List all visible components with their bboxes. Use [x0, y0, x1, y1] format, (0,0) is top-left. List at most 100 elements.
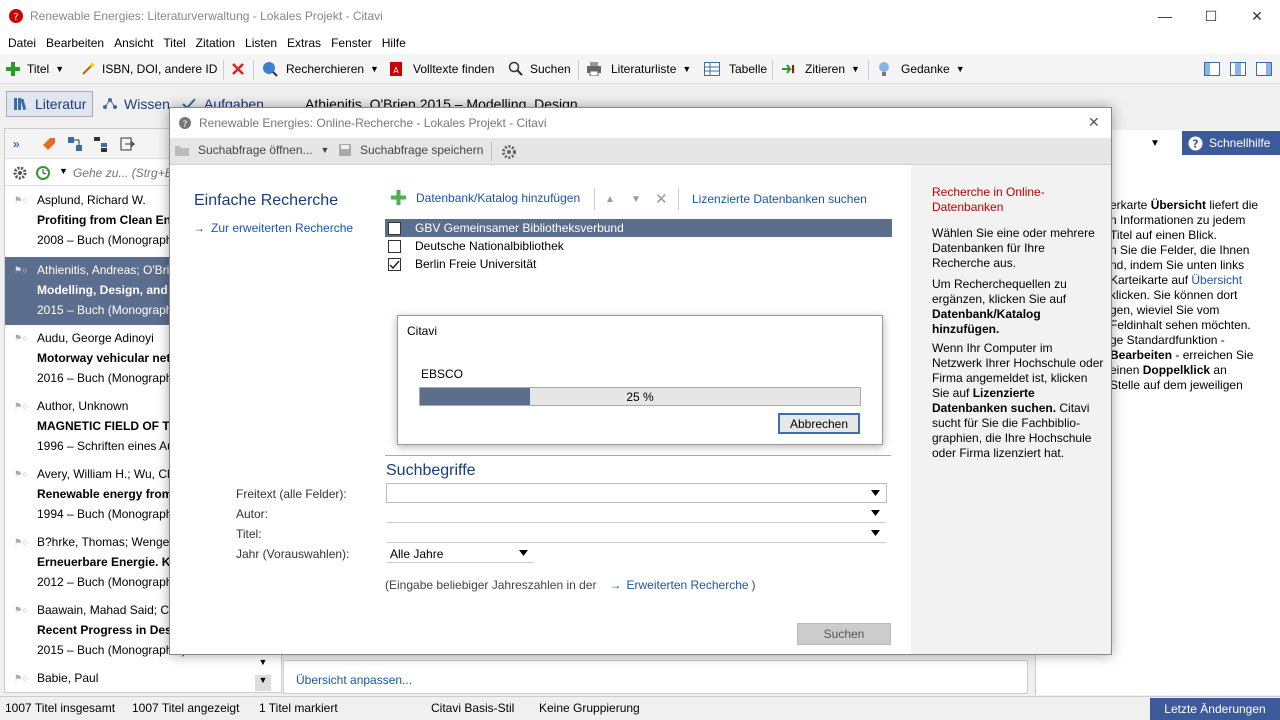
titel-input[interactable] — [386, 523, 887, 543]
flag-icon: ⚑○ — [14, 673, 28, 683]
group-icon[interactable] — [67, 136, 83, 152]
uebersicht-anpassen-link[interactable]: Übersicht anpassen... — [296, 673, 412, 687]
dropdown-arrow-icon[interactable] — [871, 530, 880, 536]
uebersicht-link[interactable]: Übersicht — [1191, 273, 1242, 287]
move-up-icon[interactable]: ▲ — [605, 194, 615, 205]
autor-input[interactable] — [386, 503, 887, 523]
dialog-close-icon[interactable]: ✕ — [1088, 114, 1100, 131]
export-icon[interactable] — [119, 136, 135, 152]
licensed-databases-link[interactable]: Lizenzierte Datenbanken suchen — [692, 192, 867, 206]
layout-center-icon[interactable] — [1230, 60, 1246, 78]
move-down-icon[interactable]: ▼ — [631, 194, 641, 205]
main-toolbar: Titel ▼ ISBN, DOI, andere ID Recherchiere… — [0, 54, 1280, 84]
database-checkbox[interactable] — [388, 221, 401, 235]
freitext-input[interactable] — [386, 483, 887, 503]
tab-literatur[interactable]: Literatur — [6, 91, 94, 117]
remove-x-icon[interactable]: ✕ — [655, 190, 668, 208]
citavi-logo-icon: ? — [178, 116, 192, 130]
dropdown-arrow-icon[interactable]: ▼ — [59, 166, 68, 176]
dropdown-arrow-icon: ▼ — [320, 145, 330, 155]
database-row[interactable]: GBV Gemeinsamer Bibliotheksverbund — [385, 219, 892, 237]
svg-text:?: ? — [183, 120, 188, 130]
add-title-button[interactable]: Titel ▼ — [5, 60, 64, 78]
gedanke-button[interactable]: Gedanke ▼ — [876, 60, 965, 78]
layout-left-icon[interactable] — [1204, 60, 1220, 78]
delete-x-icon — [230, 61, 246, 77]
menu-bearbeiten[interactable]: Bearbeiten — [41, 36, 109, 50]
delete-button[interactable] — [230, 60, 252, 78]
tabelle-button[interactable]: Tabelle — [704, 60, 767, 78]
menu-hilfe[interactable]: Hilfe — [377, 36, 411, 50]
help-line: einen Doppelklick an — [1110, 363, 1227, 377]
menu-ansicht[interactable]: Ansicht — [109, 36, 158, 50]
recherchieren-button[interactable]: Recherchieren ▼ — [262, 60, 379, 78]
dropdown-arrow-icon[interactable]: ▼ — [851, 64, 860, 74]
help-line: nd, indem Sie unten links — [1110, 258, 1245, 272]
scroll-end-icon[interactable]: ▼ — [255, 675, 271, 691]
suchbegriffe-heading: Suchbegriffe — [386, 462, 476, 479]
menu-zitation[interactable]: Zitation — [191, 36, 240, 50]
status-style[interactable]: Citavi Basis-Stil — [431, 701, 514, 715]
dropdown-arrow-icon[interactable]: ▼ — [370, 64, 379, 74]
freitext-label: Freitext (alle Felder): — [236, 487, 347, 501]
status-grouping[interactable]: Keine Gruppierung — [539, 701, 640, 715]
menu-fenster[interactable]: Fenster — [326, 36, 377, 50]
dropdown-arrow-icon[interactable]: ▼ — [956, 64, 965, 74]
dialog-toolbar: Suchabfrage öffnen... ▼ Suchabfrage spei… — [170, 138, 1111, 165]
lightbulb-icon — [876, 61, 892, 77]
help-line: n Sie die Felder, die Ihnen — [1110, 243, 1250, 257]
dropdown-arrow-icon[interactable]: ▼ — [682, 64, 691, 74]
citavi-logo-icon: ? — [8, 8, 24, 24]
scroll-down-icon[interactable]: ▼ — [255, 657, 271, 673]
menu-listen[interactable]: Listen — [240, 36, 282, 50]
save-query-button[interactable]: Suchabfrage speichern — [338, 143, 483, 157]
progress-source: EBSCO — [421, 367, 464, 381]
cancel-button[interactable]: Abbrechen — [778, 413, 860, 434]
isbn-button[interactable]: ISBN, DOI, andere ID — [80, 60, 217, 78]
layout-right-icon[interactable] — [1256, 60, 1272, 78]
gear-icon[interactable] — [13, 166, 27, 180]
tag-icon[interactable] — [41, 136, 57, 152]
dropdown-arrow-icon[interactable]: ▼ — [55, 64, 64, 74]
autor-label: Autor: — [236, 507, 269, 521]
flag-icon: ⚑○ — [14, 401, 28, 411]
table-icon — [704, 61, 720, 77]
advanced-search-link[interactable]: → Zur erweiterten Recherche — [193, 221, 353, 235]
hierarchy-icon[interactable] — [93, 136, 109, 152]
database-row[interactable]: Deutsche Nationalbibliothek — [385, 237, 892, 255]
minimize-icon[interactable]: — — [1142, 0, 1188, 32]
jahr-select[interactable]: Alle Jahre — [386, 543, 535, 563]
history-icon[interactable] — [35, 165, 51, 181]
database-checkbox[interactable] — [388, 257, 401, 271]
dialog-titlebar: ? Renewable Energies: Online-Recherche -… — [170, 108, 1111, 138]
help-line: ge Standardfunktion - — [1110, 333, 1225, 347]
suchen-button[interactable]: Suchen — [508, 60, 571, 78]
svg-text:?: ? — [13, 12, 18, 23]
quickhelp-button[interactable]: ? Schnellhilfe — [1182, 131, 1280, 155]
open-query-button[interactable]: Suchabfrage öffnen... ▼ — [174, 143, 329, 157]
tab-wissen[interactable]: Wissen — [96, 91, 176, 117]
zitieren-button[interactable]: Zitieren ▼ — [780, 60, 860, 78]
dropdown-arrow-icon[interactable] — [871, 510, 880, 516]
help-icon: ? — [1188, 136, 1203, 151]
menu-datei[interactable]: Datei — [3, 36, 41, 50]
suchen-button[interactable]: Suchen — [797, 623, 891, 645]
volltexte-button[interactable]: A Volltexte finden — [388, 60, 494, 78]
database-row[interactable]: Berlin Freie Universität — [385, 255, 892, 273]
database-checkbox[interactable] — [388, 239, 401, 253]
menu-titel[interactable]: Titel — [158, 36, 190, 50]
maximize-icon[interactable]: ☐ — [1188, 0, 1234, 32]
literaturliste-button[interactable]: Literaturliste ▼ — [586, 60, 691, 78]
erweiterte-recherche-link[interactable]: Erweiterten Recherche — [626, 578, 748, 592]
dropdown-arrow-icon[interactable] — [871, 490, 880, 496]
recent-changes-button[interactable]: Letzte Änderungen — [1150, 698, 1280, 720]
menu-extras[interactable]: Extras — [282, 36, 326, 50]
add-database-button[interactable]: Datenbank/Katalog hinzufügen — [391, 190, 580, 205]
double-chevron-icon[interactable]: » — [13, 137, 20, 151]
list-item[interactable]: ⚑○ Babie, Paul — [5, 665, 281, 693]
svg-text:A: A — [393, 66, 399, 75]
flag-icon: ⚑○ — [14, 333, 28, 343]
dropdown-arrow-icon[interactable] — [519, 550, 528, 556]
settings-gear-icon[interactable] — [501, 144, 517, 160]
close-icon[interactable]: ✕ — [1234, 0, 1280, 32]
